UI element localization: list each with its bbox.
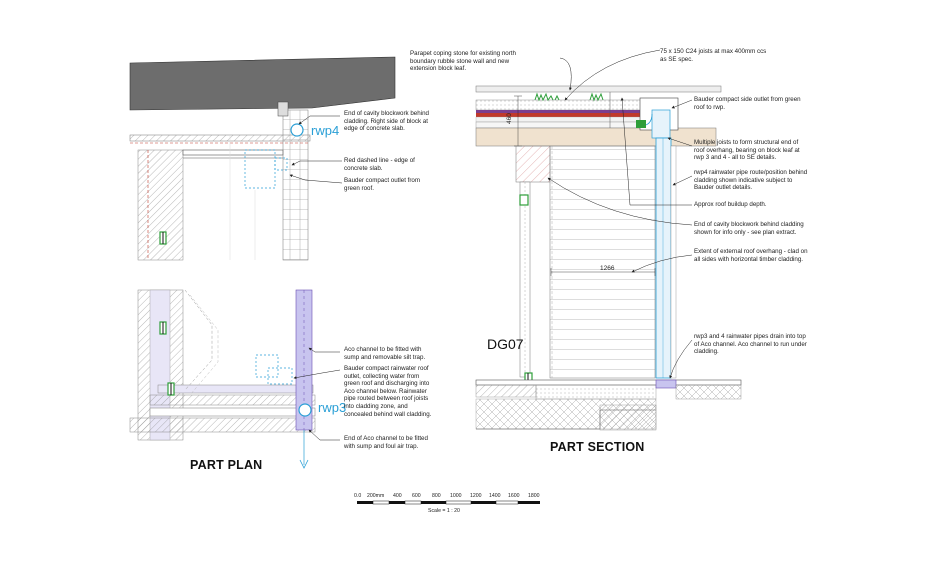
note-rwp4-route: rwp4 rainwater pipe route/position behin… (694, 169, 808, 192)
scale-tick: 1600 (508, 493, 520, 499)
rwp4-pipe-section (655, 137, 672, 379)
aco-channel-section (655, 379, 677, 389)
rwp4-pipe-icon (290, 123, 304, 137)
timber-cladding (549, 145, 656, 379)
dim-overhang: 1266 (600, 265, 615, 272)
scale-bar (357, 500, 540, 505)
note-cavity-end-plan: End of cavity blockwork behind cladding.… (344, 110, 429, 133)
plan-lower-detail (129, 289, 316, 469)
drawing-sheet: rwp4 rwp3 End of cavity blockwork behind… (0, 0, 950, 580)
note-multiple-joists: Multiple joists to form structural end o… (694, 139, 800, 162)
outlet-box-plan (244, 149, 276, 189)
note-bauder-rainwater: Bauder compact rainwater roof outlet, co… (344, 365, 432, 418)
note-drain: rwp3 and 4 rainwater pipes drain into to… (694, 333, 807, 356)
scale-tick: 600 (412, 493, 421, 499)
roof-slab-plan (129, 56, 396, 111)
scale-label: Scale = 1 : 20 (428, 508, 460, 514)
note-red-dashed: Red dashed line - edge of concrete slab. (344, 157, 415, 172)
part-section-title: PART SECTION (550, 440, 645, 454)
note-side-outlet: Bauder compact side outlet from green ro… (694, 96, 801, 111)
drawing-ref-dg07: DG07 (487, 336, 524, 352)
note-aco-sump: Aco channel to be fitted with sump and r… (344, 346, 426, 361)
scale-tick: 1200 (470, 493, 482, 499)
scale-tick: 400 (393, 493, 402, 499)
note-buildup: Approx roof buildup depth. (694, 201, 767, 208)
scale-tick: 200mm (367, 493, 385, 499)
rwp4-tag: rwp4 (311, 123, 340, 138)
scale-tick: 1000 (450, 493, 462, 499)
green-roof-substrate (475, 99, 642, 111)
note-aco-end: End of Aco channel to be fitted with sum… (344, 435, 428, 450)
joist-zone (475, 127, 717, 147)
scale-tick: 0.0 (354, 493, 362, 499)
note-overhang-extent: Extent of external roof overhang - clad … (694, 248, 808, 263)
scale-tick: 1800 (528, 493, 540, 499)
note-cavity-end-section: End of cavity blockwork behind cladding … (694, 221, 804, 236)
rwp3-pipe-icon (298, 403, 312, 417)
note-parapet: Parapet coping stone for existing north … (410, 50, 516, 73)
rwp3-tag: rwp3 (318, 400, 347, 415)
part-plan-title: PART PLAN (190, 458, 263, 472)
dim-roof-depth: 460 (506, 113, 513, 124)
scale-tick: 800 (432, 493, 441, 499)
scale-tick: 1400 (489, 493, 501, 499)
note-joists: 75 x 150 C24 joists at max 400mm ccs as … (660, 48, 767, 63)
note-bauder-outlet: Bauder compact outlet from green roof. (344, 177, 421, 192)
